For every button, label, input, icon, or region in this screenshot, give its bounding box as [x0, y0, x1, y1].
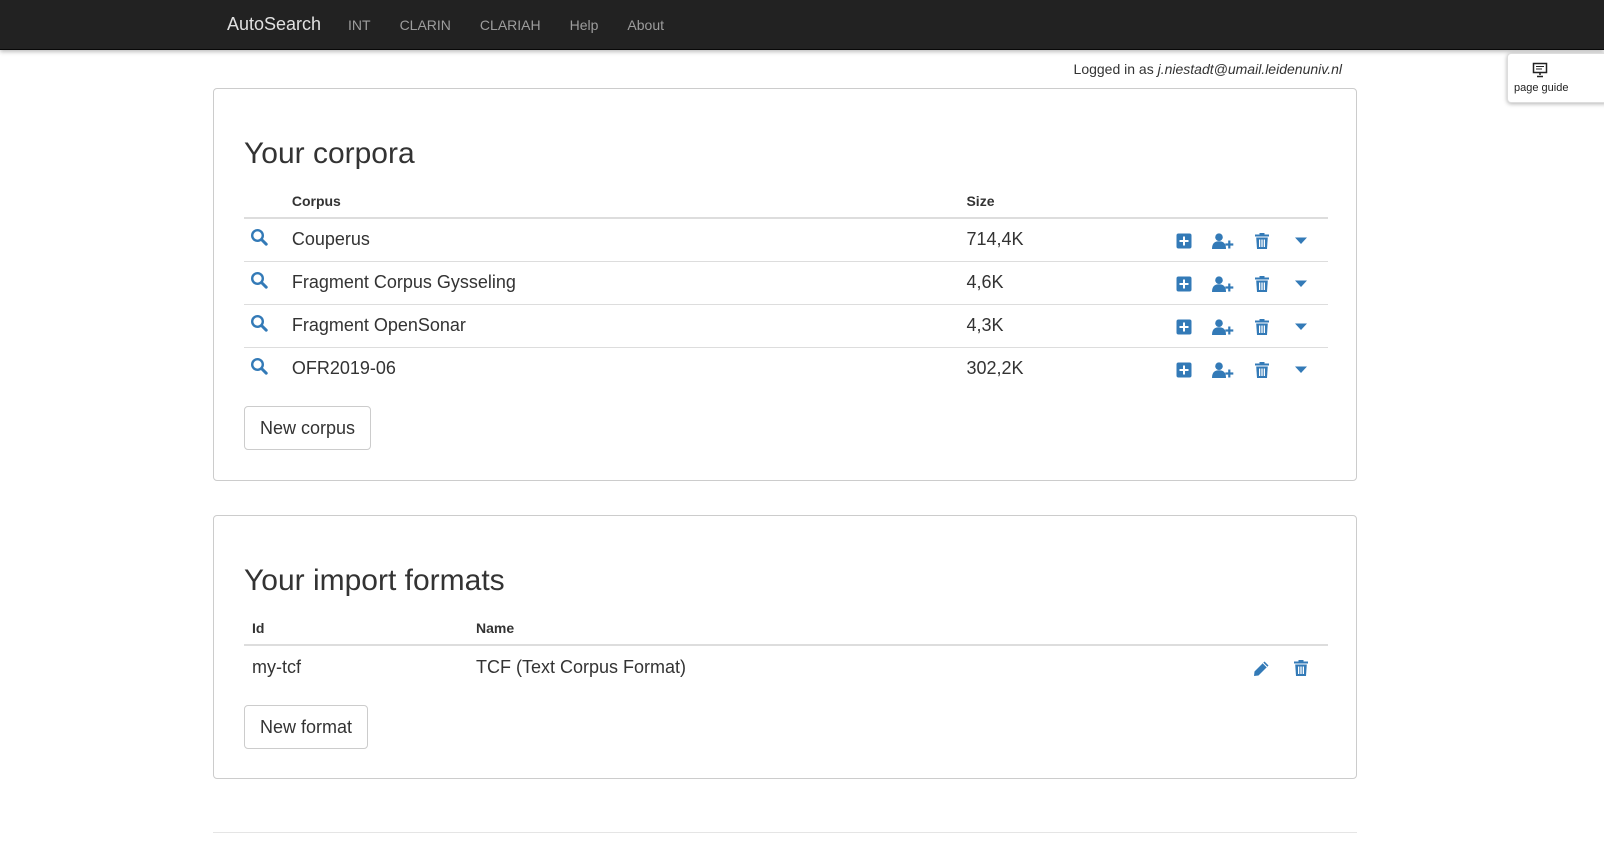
header-id: Id [244, 612, 468, 646]
plus-square-icon[interactable] [1164, 230, 1203, 251]
corpus-actions [1156, 346, 1328, 390]
formats-header-row: Id Name [244, 612, 1328, 646]
login-status: Logged in as j.niestadt@umail.leidenuniv… [1074, 61, 1342, 77]
corpora-panel: Your corpora Corpus Size Couperus 714,4K F… [213, 88, 1357, 481]
search-corpus-link[interactable] [244, 303, 284, 347]
user-plus-icon[interactable] [1203, 272, 1242, 293]
nav-link-clarin[interactable]: CLARIN [400, 17, 451, 33]
caret-down-icon[interactable] [1281, 315, 1320, 336]
login-prefix: Logged in as [1073, 61, 1154, 77]
search-corpus-link[interactable] [244, 218, 284, 261]
table-row: Fragment Corpus Gysseling 4,6K [244, 260, 1328, 304]
corpora-header-row: Corpus Size [244, 185, 1328, 219]
corpora-title: Your corpora [244, 137, 415, 170]
corpus-name: Fragment Corpus Gysseling [283, 260, 959, 304]
user-plus-icon[interactable] [1203, 359, 1242, 380]
caret-down-icon[interactable] [1281, 359, 1320, 380]
corpus-size: 302,2K [958, 346, 1156, 390]
footer-divider [213, 832, 1357, 833]
table-row: Couperus 714,4K [244, 218, 1328, 261]
brand-link[interactable]: AutoSearch [227, 14, 321, 35]
format-actions [1168, 645, 1328, 688]
caret-down-icon[interactable] [1281, 272, 1320, 293]
plus-square-icon[interactable] [1164, 315, 1203, 336]
user-plus-icon[interactable] [1203, 315, 1242, 336]
caret-down-icon[interactable] [1281, 230, 1320, 251]
new-corpus-button[interactable]: New corpus [244, 406, 372, 450]
format-id: my-tcf [252, 656, 301, 677]
search-corpus-link[interactable] [244, 260, 284, 304]
plus-square-icon[interactable] [1164, 359, 1203, 380]
corpora-table: Corpus Size Couperus 714,4K Fragment Corpu… [244, 185, 1328, 390]
corpus-actions [1156, 303, 1328, 347]
table-row: OFR2019-06 302,2K [244, 346, 1328, 390]
header-spacer [244, 185, 284, 219]
presentation-icon [1532, 62, 1548, 83]
format-name: TCF (Text Corpus Format) [476, 656, 687, 677]
page-guide-label: page guide [1514, 82, 1569, 94]
nav-link-clariah[interactable]: CLARIAH [480, 17, 541, 33]
corpus-actions [1156, 218, 1328, 261]
corpus-actions [1156, 260, 1328, 304]
table-row: my-tcf TCF (Text Corpus Format) [244, 645, 1328, 688]
user-plus-icon[interactable] [1203, 230, 1242, 251]
pencil-icon[interactable] [1242, 657, 1281, 678]
trash-icon[interactable] [1281, 657, 1320, 678]
corpus-name: OFR2019-06 [283, 346, 959, 390]
page-guide-button[interactable]: page guide [1507, 53, 1604, 103]
header-actions [1156, 185, 1328, 219]
formats-title: Your import formats [244, 564, 505, 597]
table-row: Fragment OpenSonar 4,3K [244, 303, 1328, 347]
formats-panel: Your import formats Id Name my-tcf TCF (T… [213, 515, 1357, 779]
trash-icon[interactable] [1242, 359, 1281, 380]
trash-icon[interactable] [1242, 315, 1281, 336]
top-navbar: AutoSearch INT CLARIN CLARIAH Help About [0, 0, 1604, 50]
header-size: Size [958, 185, 1156, 219]
corpus-name: Fragment OpenSonar [283, 303, 959, 347]
new-format-button[interactable]: New format [244, 705, 369, 749]
formats-table: Id Name my-tcf TCF (Text Corpus Format) [244, 612, 1328, 688]
nav-link-int[interactable]: INT [348, 17, 371, 33]
nav-link-about[interactable]: About [627, 17, 664, 33]
search-corpus-link[interactable] [244, 346, 284, 390]
corpus-size: 714,4K [966, 229, 1024, 250]
corpus-size: 4,3K [958, 303, 1156, 347]
trash-icon[interactable] [1242, 230, 1281, 251]
corpus-size: 4,6K [958, 260, 1156, 304]
header-format-actions [1168, 612, 1328, 646]
plus-square-icon[interactable] [1164, 272, 1203, 293]
login-user: j.niestadt@umail.leidenuniv.nl [1157, 61, 1342, 77]
corpus-name: Couperus [291, 229, 370, 250]
nav-links: INT CLARIN CLARIAH Help About [348, 17, 693, 33]
trash-icon[interactable] [1242, 272, 1281, 293]
nav-link-help[interactable]: Help [570, 17, 599, 33]
header-name: Name [468, 612, 1168, 646]
header-corpus: Corpus [283, 185, 959, 219]
